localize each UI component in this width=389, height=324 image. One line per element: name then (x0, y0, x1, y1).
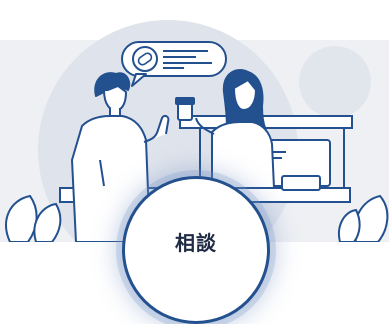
background-small-circle (299, 46, 371, 118)
medicine-bottle-icon (175, 97, 195, 121)
consult-button[interactable]: 相談 (122, 176, 270, 324)
pill-icon (132, 46, 158, 72)
